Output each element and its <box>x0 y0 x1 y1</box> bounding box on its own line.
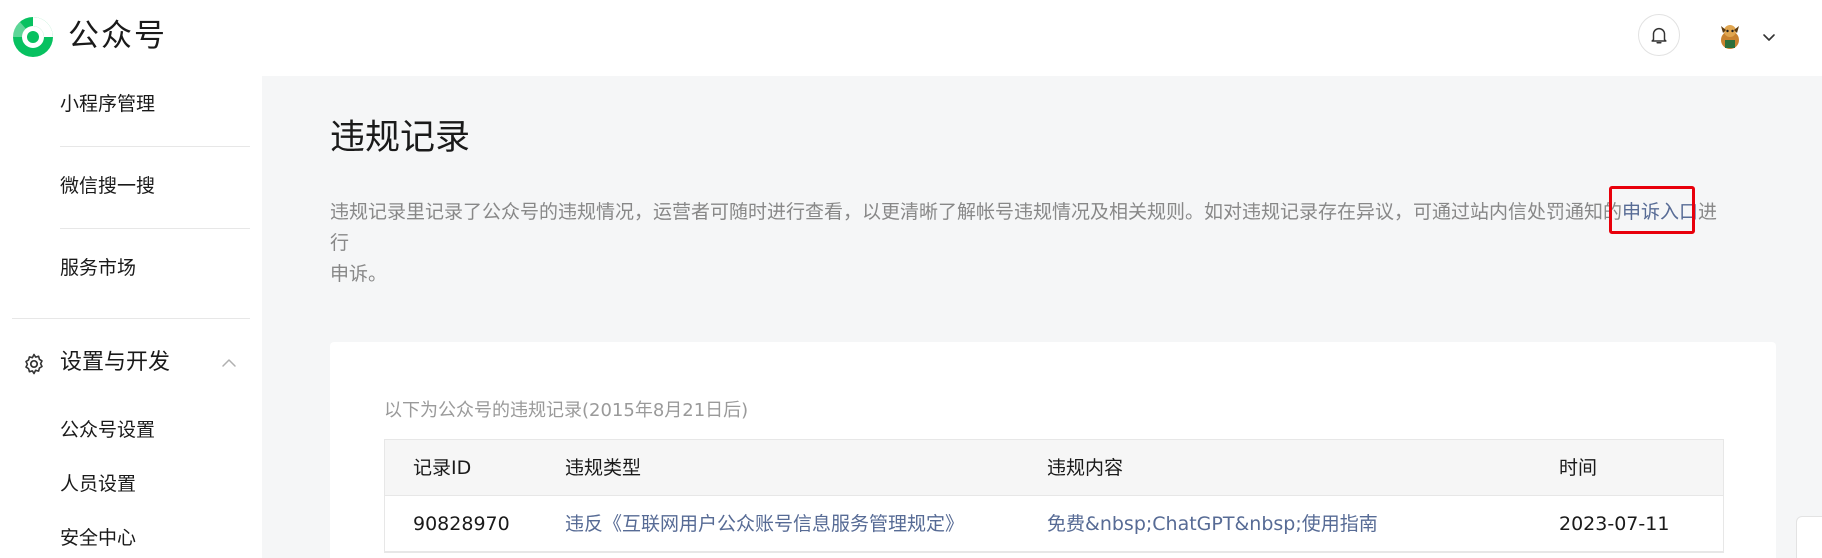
chevron-down-icon[interactable] <box>1760 28 1778 46</box>
violation-type-link[interactable]: 违反《互联网用户公众账号信息服务管理规定》 <box>565 512 964 536</box>
column-header-time: 时间 <box>1559 457 1598 479</box>
sidebar-section-settings[interactable]: 设置与开发 <box>22 346 247 380</box>
user-avatar[interactable] <box>1714 20 1746 52</box>
page-description: 违规记录里记录了公众号的违规情况，运营者可随时进行查看，以更清晰了解帐号违规情况… <box>330 197 1735 290</box>
sidebar-divider <box>12 318 250 319</box>
sidebar-item-account-settings[interactable]: 公众号设置 <box>60 418 155 442</box>
records-caption: 以下为公众号的违规记录(2015年8月21日后) <box>384 400 749 421</box>
sidebar-divider <box>60 146 250 147</box>
highlight-box <box>1609 186 1695 234</box>
gear-icon <box>25 353 43 375</box>
sidebar-item-mini-program[interactable]: 小程序管理 <box>60 92 155 116</box>
table-row: 90828970 违反《互联网用户公众账号信息服务管理规定》 免费&nbsp;C… <box>385 496 1723 552</box>
record-id-cell: 90828970 <box>413 513 510 535</box>
notification-button[interactable] <box>1638 14 1680 56</box>
column-header-violation-content: 违规内容 <box>1047 457 1124 479</box>
violation-records-card: 以下为公众号的违规记录(2015年8月21日后) 记录ID 违规类型 违规内容 … <box>330 342 1776 558</box>
violation-content-link[interactable]: 免费&nbsp;ChatGPT&nbsp;使用指南 <box>1047 512 1378 536</box>
column-header-violation-type: 违规类型 <box>565 457 642 479</box>
sidebar: 小程序管理 微信搜一搜 服务市场 设置与开发 公众号设置 人员设置 安全中心 <box>0 76 262 558</box>
sidebar-item-member-settings[interactable]: 人员设置 <box>60 472 136 496</box>
sidebar-divider <box>60 228 250 229</box>
floating-help-tab[interactable] <box>1796 516 1822 558</box>
sidebar-item-service-market[interactable]: 服务市场 <box>60 256 136 280</box>
description-text: 违规记录里记录了公众号的违规情况，运营者可随时进行查看，以更清晰了解帐号违规情况… <box>330 201 1623 223</box>
brand-name: 公众号 <box>68 18 167 54</box>
bell-icon <box>1651 27 1667 44</box>
sidebar-item-wechat-search[interactable]: 微信搜一搜 <box>60 174 155 198</box>
table-header: 记录ID 违规类型 违规内容 时间 <box>385 440 1723 496</box>
time-cell: 2023-07-11 <box>1559 513 1670 535</box>
sidebar-section-label: 设置与开发 <box>60 350 171 375</box>
chevron-up-icon[interactable] <box>218 352 240 374</box>
page-title: 违规记录 <box>330 118 471 158</box>
logo-icon[interactable] <box>10 14 56 60</box>
top-bar: 公众号 <box>0 0 1822 76</box>
violation-table: 记录ID 违规类型 违规内容 时间 90828970 违反《互联网用户公众账号信… <box>384 439 1724 553</box>
description-text: 申诉。 <box>330 263 388 285</box>
column-header-record-id: 记录ID <box>413 457 472 479</box>
sidebar-item-security-center[interactable]: 安全中心 <box>60 526 136 550</box>
